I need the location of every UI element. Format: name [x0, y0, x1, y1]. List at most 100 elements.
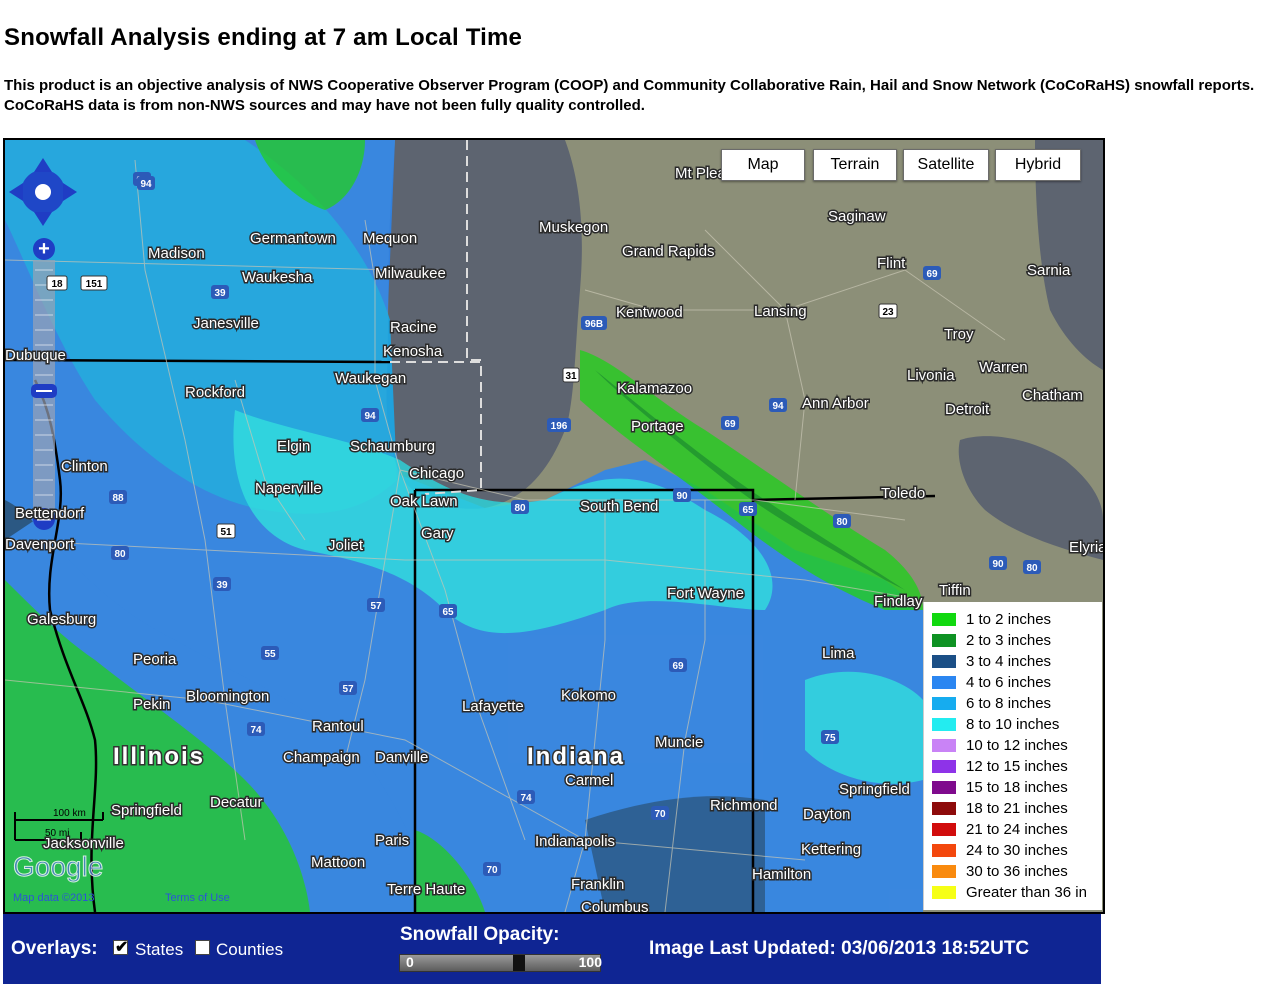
counties-checkbox-label[interactable]: Counties — [216, 940, 283, 960]
legend-label: 1 to 2 inches — [966, 610, 1052, 628]
map-type-hybrid-button[interactable]: Hybrid — [995, 149, 1081, 181]
legend-label: 18 to 21 inches — [966, 799, 1068, 817]
legend-item: 12 to 15 inches — [932, 757, 1068, 775]
svg-text:94: 94 — [140, 179, 152, 190]
city-label: Livonia — [907, 367, 955, 384]
legend-swatch — [932, 780, 956, 794]
city-label: Detroit — [945, 401, 990, 418]
legend-item: 21 to 24 inches — [932, 820, 1068, 838]
city-label: Jacksonville — [43, 835, 124, 852]
city-label: Elyria — [1069, 539, 1103, 556]
svg-text:74: 74 — [250, 725, 262, 736]
svg-text:57: 57 — [370, 601, 382, 612]
map-type-satellite-button[interactable]: Satellite — [903, 149, 989, 181]
svg-text:196: 196 — [551, 421, 568, 432]
city-label: Kentwood — [616, 304, 683, 321]
city-label: Toledo — [881, 485, 925, 502]
snowfall-legend: 1 to 2 inches 2 to 3 inches 3 to 4 inche… — [923, 602, 1102, 910]
legend-item: 1 to 2 inches — [932, 610, 1051, 628]
city-label: Richmond — [710, 797, 778, 814]
legend-item: Greater than 36 in — [932, 883, 1087, 901]
legend-label: 21 to 24 inches — [966, 820, 1068, 838]
map-type-terrain-button[interactable]: Terrain — [813, 149, 897, 181]
city-label: Pekin — [133, 696, 171, 713]
svg-text:75: 75 — [824, 733, 836, 744]
city-label: Ann Arbor — [802, 395, 869, 412]
city-label: Champaign — [283, 749, 360, 766]
scale-km-label: 100 km — [53, 808, 86, 819]
legend-label: 12 to 15 inches — [966, 757, 1068, 775]
svg-text:65: 65 — [442, 607, 454, 618]
city-label: Carmel — [565, 772, 613, 789]
svg-text:80: 80 — [114, 549, 126, 560]
legend-swatch — [932, 633, 956, 647]
states-checkbox[interactable]: ✔ — [113, 939, 128, 956]
svg-text:51: 51 — [220, 527, 232, 538]
legend-swatch — [932, 801, 956, 815]
city-label: Franklin — [571, 876, 624, 893]
city-label: Chatham — [1022, 387, 1083, 404]
svg-text:96B: 96B — [585, 319, 603, 330]
city-label: Kettering — [801, 841, 861, 858]
city-label: Dubuque — [5, 347, 66, 364]
controls-bar: Overlays: ✔ States Counties Snowfall Opa… — [3, 914, 1101, 984]
legend-item: 24 to 30 inches — [932, 841, 1068, 859]
city-label: Oak Lawn — [390, 493, 458, 510]
city-label: Rantoul — [312, 718, 364, 735]
state-label-indiana: Indiana — [527, 743, 625, 770]
city-label: Waukesha — [242, 269, 313, 286]
svg-text:31: 31 — [565, 371, 577, 382]
legend-swatch — [932, 864, 956, 878]
legend-label: 15 to 18 inches — [966, 778, 1068, 796]
map-type-map-button[interactable]: Map — [721, 149, 805, 181]
legend-item: 4 to 6 inches — [932, 673, 1051, 691]
legend-swatch — [932, 759, 956, 773]
city-label: Schaumburg — [350, 438, 435, 455]
counties-checkbox[interactable] — [195, 940, 210, 955]
city-label: Elgin — [277, 438, 310, 455]
states-checkbox-label[interactable]: States — [135, 940, 183, 960]
snowfall-map[interactable]: + 100 km 50 mi Google Map data ©2013 Ter… — [3, 138, 1105, 914]
legend-label: Greater than 36 in — [966, 883, 1087, 901]
google-logo[interactable]: Google — [13, 851, 104, 883]
legend-swatch — [932, 885, 956, 899]
city-label: Dayton — [803, 806, 851, 823]
svg-text:94: 94 — [364, 411, 376, 422]
overlays-label: Overlays: — [11, 938, 98, 959]
city-label: Gary — [421, 525, 454, 542]
city-label: Kokomo — [561, 687, 616, 704]
page-title: Snowfall Analysis ending at 7 am Local T… — [4, 24, 523, 51]
opacity-max-label: 100 — [578, 954, 602, 970]
city-label: Danville — [375, 749, 428, 766]
svg-text:69: 69 — [672, 661, 684, 672]
opacity-slider-handle[interactable] — [513, 955, 525, 971]
legend-label: 8 to 10 inches — [966, 715, 1060, 733]
city-label: Sarnia — [1027, 262, 1071, 279]
city-label: Clinton — [61, 458, 108, 475]
terms-of-use-link[interactable]: Terms of Use — [165, 892, 230, 904]
city-label: Mequon — [363, 230, 417, 247]
svg-text:18: 18 — [51, 279, 63, 290]
legend-swatch — [932, 822, 956, 836]
city-label: Grand Rapids — [622, 243, 715, 260]
city-label: Peoria — [133, 651, 177, 668]
svg-text:80: 80 — [836, 517, 848, 528]
city-label: Muskegon — [539, 219, 608, 236]
legend-item: 10 to 12 inches — [932, 736, 1068, 754]
legend-label: 3 to 4 inches — [966, 652, 1052, 670]
page-description: This product is an objective analysis of… — [4, 77, 1255, 114]
city-label: South Bend — [580, 498, 658, 515]
city-label: Troy — [944, 326, 974, 343]
legend-swatch — [932, 612, 956, 626]
city-label: Lafayette — [462, 698, 524, 715]
city-label: Muncie — [655, 734, 703, 751]
svg-text:151: 151 — [86, 279, 103, 290]
legend-item: 6 to 8 inches — [932, 694, 1051, 712]
svg-text:69: 69 — [926, 269, 938, 280]
svg-text:74: 74 — [520, 793, 532, 804]
legend-item: 3 to 4 inches — [932, 652, 1051, 670]
opacity-slider[interactable]: 0 100 — [399, 954, 602, 972]
svg-text:80: 80 — [1026, 563, 1038, 574]
map-data-attribution[interactable]: Map data ©2013 — [13, 892, 95, 904]
last-updated-text: Image Last Updated: 03/06/2013 18:52UTC — [649, 938, 1030, 959]
